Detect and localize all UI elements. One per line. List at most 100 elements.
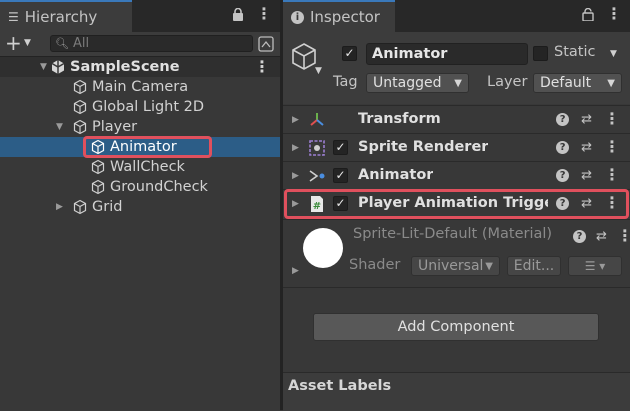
- scene-row[interactable]: ▼ SampleScene ⋮: [0, 57, 280, 77]
- hierarchy-tab[interactable]: ☰ Hierarchy: [0, 0, 132, 32]
- layer-dropdown[interactable]: Default ▼: [533, 73, 622, 93]
- component-name: Transform: [358, 111, 441, 127]
- collapse-arrow-icon[interactable]: ▶: [56, 202, 66, 212]
- list-icon: ☰: [8, 10, 19, 24]
- gameobject-cube-icon: [91, 159, 105, 175]
- expand-arrow-icon[interactable]: ▶: [292, 266, 302, 276]
- lock-icon[interactable]: [232, 7, 244, 21]
- inspector-panel: i Inspector ⋮ ▼ ✓ Animator Static ▼ Tag …: [283, 0, 630, 411]
- icon-dropdown-arrow[interactable]: ▼: [315, 66, 322, 76]
- hierarchy-item-grid[interactable]: ▶ Grid: [0, 197, 280, 217]
- tag-label: Tag: [333, 74, 358, 90]
- layer-label: Layer: [487, 74, 528, 90]
- create-dropdown-icon[interactable]: ▼: [24, 38, 31, 48]
- dropdown-arrow-icon: ▼: [485, 261, 493, 272]
- object-header: ▼ ✓ Animator Static ▼ Tag Untagged ▼ Lay…: [283, 32, 630, 104]
- expand-arrow-icon[interactable]: ▶: [292, 171, 302, 181]
- transform-icon: [310, 113, 324, 126]
- asset-labels-section: Asset Labels: [283, 372, 630, 411]
- component-name: Animator: [358, 167, 434, 183]
- shader-value: Universal: [418, 258, 484, 274]
- component-animator[interactable]: ▶ ✓ Animator ? ⇄ ⋮: [283, 161, 630, 189]
- hierarchy-item-global-light-2d[interactable]: Global Light 2D: [0, 97, 280, 117]
- component-enabled-checkbox[interactable]: ✓: [333, 168, 348, 183]
- shader-list-button[interactable]: ☰ ▾: [568, 256, 622, 276]
- static-checkbox[interactable]: [533, 46, 548, 61]
- component-menu-icon[interactable]: ⋮: [604, 167, 620, 183]
- active-checkbox[interactable]: ✓: [342, 46, 357, 61]
- search-placeholder: All: [72, 36, 90, 51]
- hierarchy-item-label: WallCheck: [110, 159, 185, 175]
- hierarchy-item-label: Main Camera: [92, 79, 189, 95]
- shader-label: Shader: [349, 257, 401, 273]
- gameobject-cube-icon: [73, 119, 87, 135]
- expand-arrow-icon[interactable]: ▼: [40, 62, 50, 72]
- scene-menu-icon[interactable]: ⋮: [254, 59, 270, 75]
- tag-value: Untagged: [373, 75, 442, 91]
- asset-labels-title: Asset Labels: [288, 378, 392, 394]
- hierarchy-item-wallcheck[interactable]: WallCheck: [0, 157, 280, 177]
- hierarchy-item-label: Player: [92, 119, 138, 135]
- preset-sliders-icon[interactable]: ⇄: [581, 140, 592, 155]
- hierarchy-panel: ☰ Hierarchy ⋮ + ▼ 🔍︎ All ▼ SampleScene ⋮…: [0, 0, 280, 410]
- hierarchy-menu-icon[interactable]: ⋮: [256, 6, 272, 22]
- help-icon[interactable]: ?: [556, 140, 570, 154]
- help-icon[interactable]: ?: [556, 168, 570, 182]
- help-icon[interactable]: ?: [556, 112, 570, 126]
- preset-sliders-icon[interactable]: ⇄: [581, 168, 592, 183]
- sprite-renderer-icon: [309, 140, 325, 156]
- scene-visibility-icon[interactable]: [258, 36, 274, 52]
- hierarchy-tabbar: ☰ Hierarchy ⋮: [0, 0, 280, 32]
- material-menu-icon[interactable]: ⋮: [617, 228, 630, 244]
- animator-highlight-box: [83, 136, 212, 158]
- hierarchy-tab-label: Hierarchy: [24, 8, 98, 26]
- expand-arrow-icon[interactable]: ▶: [292, 143, 302, 153]
- unlock-icon[interactable]: [582, 7, 594, 21]
- component-menu-icon[interactable]: ⋮: [604, 111, 620, 127]
- info-icon: i: [291, 10, 304, 24]
- preset-sliders-icon[interactable]: ⇄: [596, 229, 607, 244]
- gameobject-icon[interactable]: [290, 42, 318, 72]
- inspector-tab[interactable]: i Inspector: [283, 0, 395, 32]
- component-enabled-checkbox[interactable]: ✓: [333, 140, 348, 155]
- hierarchy-item-label: Grid: [92, 199, 123, 215]
- expand-arrow-icon[interactable]: ▶: [292, 115, 302, 125]
- material-name: Sprite-Lit-Default (Material): [353, 226, 553, 242]
- gameobject-cube-icon: [91, 179, 105, 195]
- hierarchy-item-label: GroundCheck: [110, 179, 208, 195]
- expand-arrow-icon[interactable]: ▼: [56, 122, 66, 132]
- list-menu-icon: ☰ ▾: [584, 259, 606, 273]
- dropdown-arrow-icon: ▼: [454, 78, 462, 89]
- gameobject-cube-icon: [73, 199, 87, 215]
- inspector-menu-icon[interactable]: ⋮: [606, 6, 622, 22]
- gameobject-cube-icon: [73, 99, 87, 115]
- help-icon[interactable]: ?: [573, 229, 586, 243]
- dropdown-arrow-icon: ▼: [607, 78, 615, 89]
- component-sprite-renderer[interactable]: ▶ ✓ Sprite Renderer ? ⇄ ⋮: [283, 133, 630, 161]
- script-component-highlight-box: [284, 189, 629, 219]
- preset-sliders-icon[interactable]: ⇄: [581, 112, 592, 127]
- add-component-button[interactable]: Add Component: [313, 313, 599, 341]
- hierarchy-item-groundcheck[interactable]: GroundCheck: [0, 177, 280, 197]
- hierarchy-item-player[interactable]: ▼ Player: [0, 117, 280, 137]
- animator-icon: [309, 170, 325, 182]
- tag-dropdown[interactable]: Untagged ▼: [366, 73, 469, 93]
- inspector-tab-label: Inspector: [310, 8, 380, 26]
- static-dropdown-arrow[interactable]: ▼: [610, 49, 617, 59]
- create-plus-icon[interactable]: +: [5, 33, 22, 53]
- hierarchy-toolbar: + ▼ 🔍︎ All: [0, 32, 280, 57]
- material-preview-sphere[interactable]: [303, 228, 343, 268]
- hierarchy-search-input[interactable]: 🔍︎ All: [50, 35, 253, 52]
- scene-name: SampleScene: [70, 59, 180, 75]
- unity-scene-icon: [51, 60, 65, 74]
- component-transform[interactable]: ▶ Transform ? ⇄ ⋮: [283, 105, 630, 133]
- shader-edit-button[interactable]: Edit...: [507, 256, 561, 276]
- gameobject-cube-icon: [73, 79, 87, 95]
- material-section: ▶ Sprite-Lit-Default (Material) ? ⇄ ⋮ Sh…: [283, 219, 630, 288]
- object-name-field[interactable]: Animator: [366, 43, 528, 65]
- component-menu-icon[interactable]: ⋮: [604, 139, 620, 155]
- shader-dropdown[interactable]: Universal ▼: [411, 256, 500, 276]
- inspector-tabbar: i Inspector ⋮: [283, 0, 630, 32]
- search-icon: 🔍︎: [55, 37, 69, 50]
- hierarchy-item-main-camera[interactable]: Main Camera: [0, 77, 280, 97]
